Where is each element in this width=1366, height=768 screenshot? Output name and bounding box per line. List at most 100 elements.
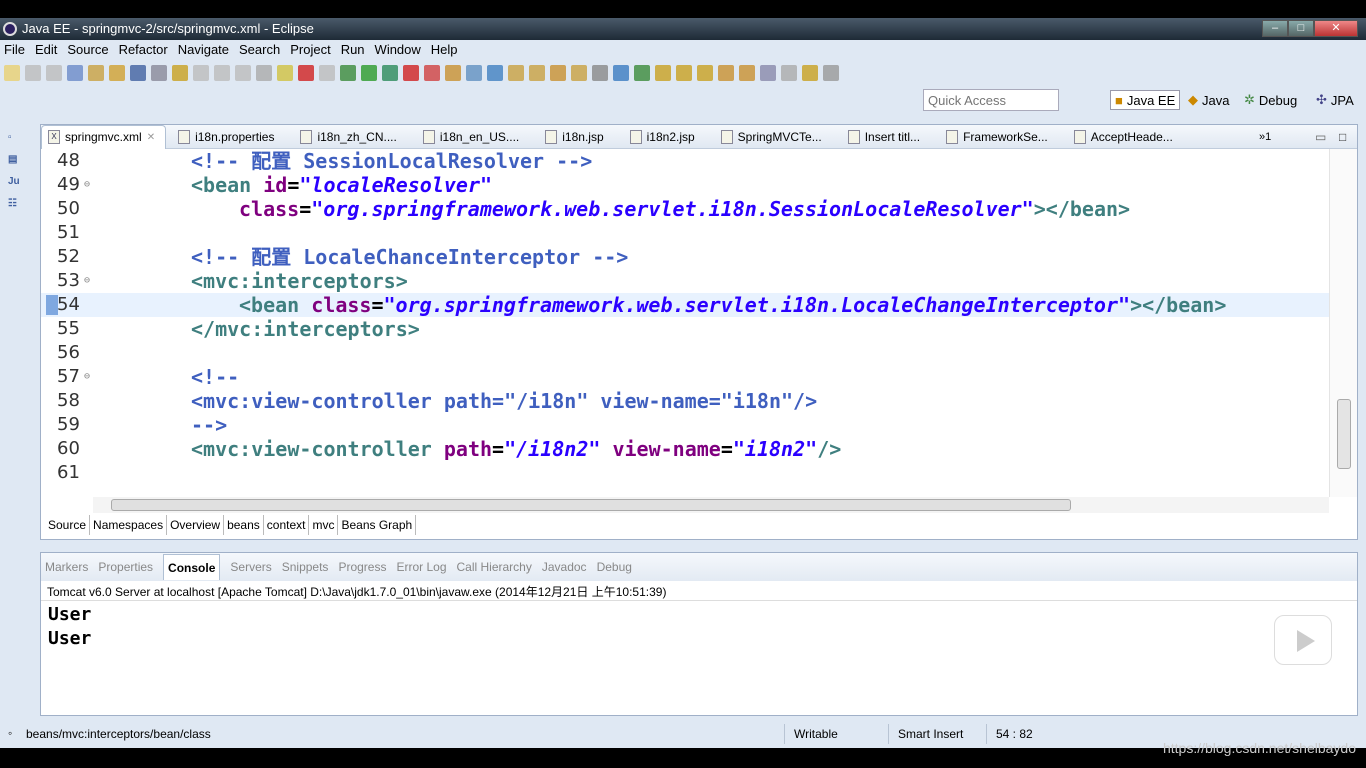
minimize-editor-icon[interactable]: ▭ <box>1315 130 1326 144</box>
menu-search[interactable]: Search <box>239 40 280 60</box>
tab-i18n2-jsp[interactable]: i18n2.jsp <box>624 125 705 149</box>
toolbar-button[interactable] <box>151 65 167 81</box>
editor-tab-beans-graph[interactable]: Beans Graph <box>338 515 417 535</box>
toolbar-button[interactable] <box>823 65 839 81</box>
toolbar-button[interactable] <box>193 65 209 81</box>
view-tab-snippets[interactable]: Snippets <box>282 560 329 574</box>
editor-tab-overview[interactable]: Overview <box>167 515 225 535</box>
toolbar-button[interactable] <box>67 65 83 81</box>
toolbar-button[interactable] <box>676 65 692 81</box>
toolbar-button[interactable] <box>88 65 104 81</box>
horizontal-scrollbar[interactable] <box>93 497 1329 513</box>
toolbar-button[interactable] <box>802 65 818 81</box>
menu-project[interactable]: Project <box>290 40 330 60</box>
toolbar-button[interactable] <box>529 65 545 81</box>
view-tab-javadoc[interactable]: Javadoc <box>542 560 587 574</box>
menu-window[interactable]: Window <box>375 40 421 60</box>
menu-source[interactable]: Source <box>67 40 108 60</box>
editor-tab-beans[interactable]: beans <box>224 515 264 535</box>
tab-i18n-jsp[interactable]: i18n.jsp <box>539 125 613 149</box>
quick-access-input[interactable] <box>923 89 1059 111</box>
view-tab-markers[interactable]: Markers <box>45 560 88 574</box>
toolbar-button[interactable] <box>718 65 734 81</box>
fold-toggle-icon[interactable]: ⊖ <box>84 173 90 197</box>
editor-tab-context[interactable]: context <box>264 515 310 535</box>
tab-i18n-properties[interactable]: i18n.properties <box>172 125 284 149</box>
menu-edit[interactable]: Edit <box>35 40 57 60</box>
toolbar-button[interactable] <box>109 65 125 81</box>
toolbar-button[interactable] <box>214 65 230 81</box>
view-tab-properties[interactable]: Properties <box>98 560 153 574</box>
toolbar-button[interactable] <box>172 65 188 81</box>
maximize-button[interactable]: □ <box>1288 20 1314 37</box>
toolbar-button[interactable] <box>25 65 41 81</box>
package-explorer-icon[interactable]: ▤ <box>8 154 22 168</box>
perspective-java-ee[interactable]: ■ Java EE <box>1110 90 1181 110</box>
toolbar-button[interactable] <box>130 65 146 81</box>
code-area[interactable]: 48 <!-- 配置 SessionLocalResolver --> 49 ⊖ <be… <box>41 149 1329 497</box>
menu-file[interactable]: File <box>4 40 25 60</box>
toolbar-button[interactable] <box>760 65 776 81</box>
tab-acceptheade-[interactable]: AcceptHeade... <box>1068 125 1183 149</box>
toolbar-button[interactable] <box>550 65 566 81</box>
toolbar-button[interactable] <box>424 65 440 81</box>
toolbar-button[interactable] <box>403 65 419 81</box>
toolbar-button[interactable] <box>361 65 377 81</box>
toolbar-button[interactable] <box>277 65 293 81</box>
toolbar-button[interactable] <box>46 65 62 81</box>
editor-tab-namespaces[interactable]: Namespaces <box>90 515 168 535</box>
tab-overflow-button[interactable]: »1 <box>1259 131 1271 143</box>
menu-navigate[interactable]: Navigate <box>178 40 229 60</box>
vertical-scrollbar[interactable] <box>1329 149 1357 497</box>
toolbar-button[interactable] <box>613 65 629 81</box>
outline-icon[interactable]: ☷ <box>8 198 22 212</box>
toolbar-button[interactable] <box>319 65 335 81</box>
toolbar-button[interactable] <box>382 65 398 81</box>
tab-i18n-en-us-[interactable]: i18n_en_US.... <box>417 125 529 149</box>
menu-run[interactable]: Run <box>341 40 365 60</box>
view-tab-servers[interactable]: Servers <box>230 560 271 574</box>
toolbar-button[interactable] <box>697 65 713 81</box>
toolbar-button[interactable] <box>508 65 524 81</box>
toolbar-button[interactable] <box>487 65 503 81</box>
menu-refactor[interactable]: Refactor <box>119 40 168 60</box>
video-play-icon[interactable] <box>1274 615 1332 665</box>
toolbar-button[interactable] <box>256 65 272 81</box>
menu-help[interactable]: Help <box>431 40 458 60</box>
close-button[interactable]: ✕ <box>1314 20 1358 37</box>
editor-tab-mvc[interactable]: mvc <box>309 515 339 535</box>
view-tab-call-hierarchy[interactable]: Call Hierarchy <box>457 560 532 574</box>
maximize-editor-icon[interactable]: □ <box>1339 130 1346 144</box>
perspective-jpa[interactable]: ✣ JPA <box>1316 90 1354 110</box>
toolbar-button[interactable] <box>592 65 608 81</box>
tab-springmvcte-[interactable]: SpringMVCTe... <box>715 125 832 149</box>
tab-springmvc-xml[interactable]: Xspringmvc.xml ✕ <box>41 124 167 149</box>
toolbar-button[interactable] <box>466 65 482 81</box>
toolbar-button[interactable] <box>781 65 797 81</box>
view-tab-console[interactable]: Console <box>163 554 221 580</box>
close-tab-icon[interactable]: ✕ <box>147 132 155 143</box>
fold-toggle-icon[interactable]: ⊖ <box>84 365 90 389</box>
restore-icon[interactable]: ▫ <box>8 132 22 146</box>
toolbar-button[interactable] <box>4 65 20 81</box>
view-tab-error-log[interactable]: Error Log <box>396 560 446 574</box>
editor-tab-source[interactable]: Source <box>45 515 91 535</box>
toolbar-button[interactable] <box>340 65 356 81</box>
toolbar-button[interactable] <box>739 65 755 81</box>
toolbar-button[interactable] <box>571 65 587 81</box>
toolbar-button[interactable] <box>298 65 314 81</box>
perspective-debug[interactable]: ✲ Debug <box>1244 90 1297 110</box>
tab-i18n-zh-cn-[interactable]: i18n_zh_CN.... <box>294 125 406 149</box>
perspective-java[interactable]: ◆ Java <box>1188 90 1229 110</box>
minimize-button[interactable]: – <box>1262 20 1288 37</box>
tab-frameworkse-[interactable]: FrameworkSe... <box>940 125 1058 149</box>
toolbar-button[interactable] <box>445 65 461 81</box>
view-tab-progress[interactable]: Progress <box>338 560 386 574</box>
junit-icon[interactable]: Ju <box>8 176 22 190</box>
view-tab-debug[interactable]: Debug <box>597 560 632 574</box>
toolbar-button[interactable] <box>235 65 251 81</box>
fold-toggle-icon[interactable]: ⊖ <box>84 269 90 293</box>
toolbar-button[interactable] <box>655 65 671 81</box>
tab-insert-titl-[interactable]: Insert titl... <box>842 125 930 149</box>
toolbar-button[interactable] <box>634 65 650 81</box>
